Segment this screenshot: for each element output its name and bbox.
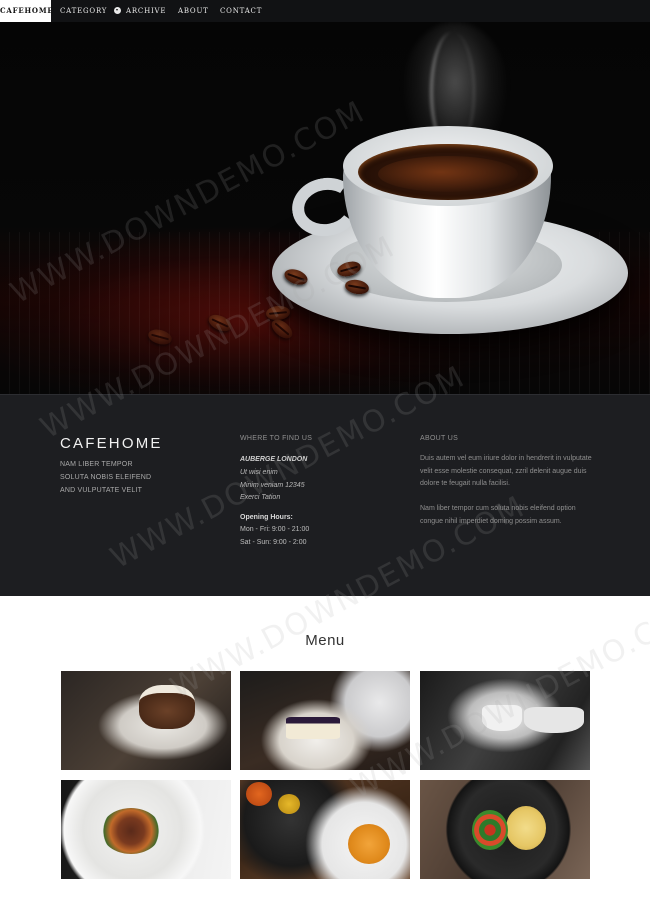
soup-bowl bbox=[348, 824, 390, 864]
nav-item-category-label: CATEGORY bbox=[60, 7, 108, 15]
nav-item-contact[interactable]: CONTACT bbox=[220, 0, 262, 22]
meat-dish bbox=[101, 808, 161, 854]
menu-photo-soup-table[interactable] bbox=[240, 780, 410, 879]
tagline-line: NAM LIBER TEMPOR bbox=[60, 461, 133, 468]
address-line: Minim veniam 12345 bbox=[240, 482, 305, 489]
vegetables bbox=[472, 810, 508, 850]
pasta bbox=[506, 806, 546, 850]
menu-heading: Menu bbox=[305, 632, 345, 649]
pumpkin bbox=[246, 782, 272, 806]
about-paragraph: Duis autem vel eum iriure dolor in hendr… bbox=[420, 455, 592, 487]
espresso-cup bbox=[482, 705, 522, 731]
info-section: CAFEHOME NAM LIBER TEMPOR SOLUTA NOBIS E… bbox=[0, 394, 650, 596]
address-line: Ut wisi enim bbox=[240, 469, 278, 476]
menu-photo-espresso-machine[interactable] bbox=[420, 671, 590, 770]
nav-item-archive[interactable]: ARCHIVE bbox=[126, 0, 166, 22]
menu-photo-pasta-pan[interactable] bbox=[420, 780, 590, 879]
cake-slice bbox=[139, 685, 195, 729]
brand-title: CAFEHOME bbox=[60, 435, 163, 452]
nav-item-cafehome[interactable]: CAFEHOME bbox=[0, 0, 53, 22]
nav-item-about[interactable]: ABOUT bbox=[178, 0, 209, 22]
menu-photo-cheesecake[interactable] bbox=[240, 671, 410, 770]
cheesecake bbox=[286, 717, 340, 739]
address-line: Exerci Tation bbox=[240, 494, 281, 501]
nav-item-category[interactable]: CATEGORY bbox=[60, 0, 122, 22]
about-paragraph: Nam liber tempor cum soluta nobis eleife… bbox=[420, 505, 576, 525]
tagline-line: SOLUTA NOBIS ELEIFEND bbox=[60, 474, 152, 481]
venue-name: AUBERGE LONDON bbox=[240, 456, 308, 463]
about-us-heading: ABOUT US bbox=[420, 435, 459, 442]
tagline-line: AND VULPUTATE VELIT bbox=[60, 487, 143, 494]
menu-photo-meat-plate[interactable] bbox=[61, 780, 231, 879]
hours-line: Sat - Sun: 9:00 - 2:00 bbox=[240, 539, 307, 546]
chevron-down-circle-icon bbox=[114, 7, 122, 14]
hero-coffee-image bbox=[0, 22, 650, 394]
find-us-heading: WHERE TO FIND US bbox=[240, 435, 313, 442]
coffee-crema bbox=[378, 156, 518, 192]
espresso-cup bbox=[524, 707, 584, 733]
top-navigation: CAFEHOME CATEGORY ARCHIVE ABOUT CONTACT bbox=[0, 0, 650, 23]
squash bbox=[278, 794, 300, 814]
menu-photo-cake-slice[interactable] bbox=[61, 671, 231, 770]
opening-hours-heading: Opening Hours: bbox=[240, 514, 293, 521]
hours-line: Mon - Fri: 9:00 - 21:00 bbox=[240, 526, 310, 533]
